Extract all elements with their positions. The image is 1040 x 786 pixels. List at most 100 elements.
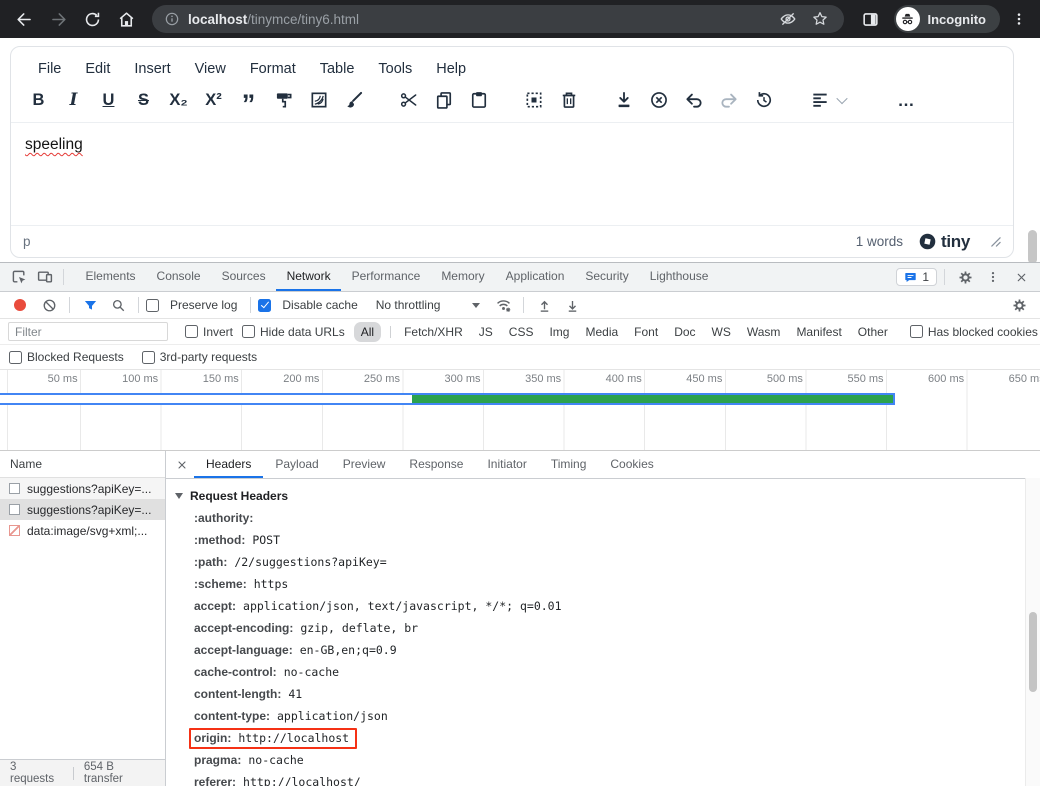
- cancel-icon[interactable]: [643, 85, 674, 115]
- restore-draft-icon[interactable]: [748, 85, 779, 115]
- address-bar[interactable]: localhost/tinymce/tiny6.html: [152, 5, 844, 33]
- site-info-icon[interactable]: [164, 11, 180, 27]
- tab-performance[interactable]: Performance: [341, 263, 431, 291]
- superscript-icon[interactable]: X²: [198, 85, 229, 115]
- clear-network-log-icon[interactable]: [36, 294, 62, 316]
- word-count[interactable]: 1 words: [856, 234, 903, 249]
- network-conditions-icon[interactable]: [490, 294, 516, 316]
- tab-sources[interactable]: Sources: [211, 263, 276, 291]
- redo-icon[interactable]: [713, 85, 744, 115]
- filter-type-wasm[interactable]: Wasm: [740, 322, 788, 342]
- tab-memory[interactable]: Memory: [431, 263, 495, 291]
- detail-tab-response[interactable]: Response: [397, 451, 475, 478]
- request-headers-section[interactable]: Request Headers: [172, 485, 1026, 507]
- menu-edit[interactable]: Edit: [74, 56, 121, 82]
- download-icon[interactable]: [608, 85, 639, 115]
- export-har-icon[interactable]: [559, 294, 585, 316]
- hide-data-urls-toggle[interactable]: Hide data URLs: [242, 325, 345, 339]
- element-path[interactable]: p: [23, 234, 31, 249]
- side-panel-button[interactable]: [854, 4, 888, 34]
- tab-console[interactable]: Console: [146, 263, 211, 291]
- menu-insert[interactable]: Insert: [123, 56, 181, 82]
- back-button[interactable]: [8, 4, 40, 34]
- undo-icon[interactable]: [678, 85, 709, 115]
- filter-type-doc[interactable]: Doc: [667, 322, 702, 342]
- filter-toggle-icon[interactable]: [77, 294, 103, 316]
- device-toolbar-icon[interactable]: [32, 266, 58, 288]
- filter-type-media[interactable]: Media: [578, 322, 625, 342]
- filter-type-js[interactable]: JS: [472, 322, 500, 342]
- resize-handle-icon[interactable]: [990, 236, 1001, 247]
- has-blocked-cookies-toggle[interactable]: Has blocked cookies: [910, 325, 1038, 339]
- invert-toggle[interactable]: Invert: [185, 325, 233, 339]
- devtools-settings-icon[interactable]: [952, 266, 978, 288]
- filter-input[interactable]: [8, 322, 168, 341]
- third-party-toggle[interactable]: 3rd-party requests: [142, 350, 257, 364]
- detail-tab-preview[interactable]: Preview: [331, 451, 398, 478]
- request-row[interactable]: suggestions?apiKey=...: [0, 478, 165, 499]
- record-button[interactable]: [14, 299, 26, 311]
- brush-icon[interactable]: [338, 85, 369, 115]
- detail-tab-headers[interactable]: Headers: [194, 451, 263, 478]
- network-search-icon[interactable]: [105, 294, 131, 316]
- network-overview-timeline[interactable]: 50 ms100 ms150 ms200 ms250 ms300 ms350 m…: [0, 370, 1040, 451]
- blocked-requests-toggle[interactable]: Blocked Requests: [9, 350, 124, 364]
- menu-file[interactable]: File: [27, 56, 72, 82]
- reload-button[interactable]: [76, 4, 108, 34]
- format-painter-icon[interactable]: [268, 85, 299, 115]
- disable-cache-toggle[interactable]: Disable cache: [258, 298, 363, 312]
- detail-tab-cookies[interactable]: Cookies: [598, 451, 665, 478]
- blocked-requests-checkbox[interactable]: [9, 351, 22, 364]
- close-detail-icon[interactable]: [170, 451, 194, 478]
- devtools-close-icon[interactable]: [1008, 266, 1034, 288]
- detail-tab-payload[interactable]: Payload: [263, 451, 330, 478]
- hide-data-urls-checkbox[interactable]: [242, 325, 255, 338]
- filter-type-other[interactable]: Other: [851, 322, 895, 342]
- filter-type-img[interactable]: Img: [542, 322, 576, 342]
- paste-icon[interactable]: [463, 85, 494, 115]
- menu-help[interactable]: Help: [425, 56, 477, 82]
- tab-application[interactable]: Application: [495, 263, 575, 291]
- filter-type-manifest[interactable]: Manifest: [789, 322, 848, 342]
- tab-security[interactable]: Security: [575, 263, 639, 291]
- menu-table[interactable]: Table: [309, 56, 366, 82]
- network-settings-icon[interactable]: [1006, 294, 1032, 316]
- bookmark-star-icon[interactable]: [808, 7, 832, 31]
- subscript-icon[interactable]: X₂: [163, 85, 194, 115]
- filter-type-fetch-xhr[interactable]: Fetch/XHR: [383, 322, 470, 342]
- name-column-header[interactable]: Name: [0, 451, 165, 478]
- disable-cache-checkbox[interactable]: [258, 299, 271, 312]
- page-scrollbar-thumb[interactable]: [1028, 230, 1037, 264]
- inspect-element-icon[interactable]: [6, 266, 32, 288]
- delete-icon[interactable]: [553, 85, 584, 115]
- preserve-log-checkbox[interactable]: [146, 299, 159, 312]
- incognito-badge[interactable]: Incognito: [894, 5, 1001, 33]
- menu-format[interactable]: Format: [239, 56, 307, 82]
- more-icon[interactable]: …: [891, 85, 922, 115]
- forward-button[interactable]: [42, 4, 74, 34]
- editor-content-area[interactable]: speeling: [11, 123, 1013, 225]
- detail-scrollbar-thumb[interactable]: [1029, 612, 1037, 692]
- import-har-icon[interactable]: [531, 294, 557, 316]
- copy-icon[interactable]: [428, 85, 459, 115]
- filter-type-all[interactable]: All: [354, 322, 381, 342]
- detail-scrollbar[interactable]: [1025, 478, 1040, 786]
- browser-menu-button[interactable]: [1006, 4, 1032, 34]
- request-row[interactable]: suggestions?apiKey=...: [0, 499, 165, 520]
- misspelled-word[interactable]: speeling: [25, 136, 83, 153]
- request-row[interactable]: data:image/svg+xml;...: [0, 520, 165, 541]
- devtools-menu-icon[interactable]: [980, 266, 1006, 288]
- filter-type-ws[interactable]: WS: [705, 322, 738, 342]
- strikethrough-icon[interactable]: S: [128, 85, 159, 115]
- home-button[interactable]: [110, 4, 142, 34]
- issues-badge[interactable]: 1: [896, 268, 937, 286]
- image-frame-icon[interactable]: [303, 85, 334, 115]
- filter-type-css[interactable]: CSS: [502, 322, 541, 342]
- tiny-logo[interactable]: tiny: [919, 232, 970, 252]
- invert-checkbox[interactable]: [185, 325, 198, 338]
- blockquote-icon[interactable]: ”: [233, 85, 264, 115]
- has-blocked-cookies-checkbox[interactable]: [910, 325, 923, 338]
- preserve-log-toggle[interactable]: Preserve log: [146, 298, 243, 312]
- detail-tab-initiator[interactable]: Initiator: [475, 451, 538, 478]
- cut-icon[interactable]: [393, 85, 424, 115]
